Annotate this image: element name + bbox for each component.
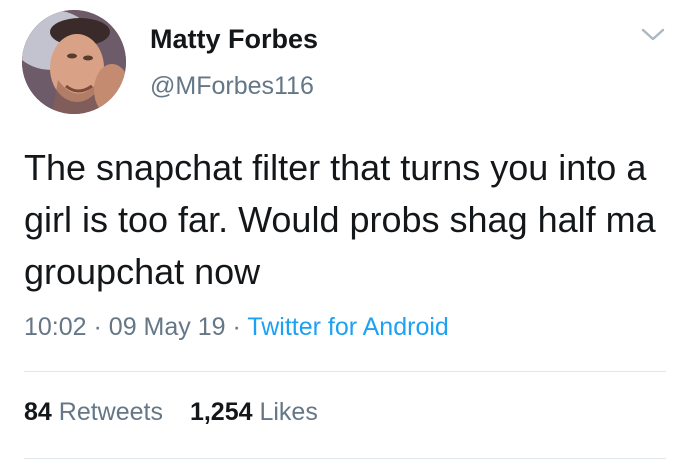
- divider: [24, 458, 666, 459]
- author-display-name[interactable]: Matty Forbes: [150, 24, 318, 55]
- author-handle[interactable]: @MForbes116: [150, 72, 314, 101]
- tweet-date[interactable]: 09 May 19: [109, 313, 226, 341]
- tweet-stats: 84 Retweets 1,254 Likes: [24, 398, 318, 427]
- chevron-down-icon[interactable]: [640, 25, 666, 45]
- tweet-card: Matty Forbes @MForbes116 The snapchat fi…: [0, 0, 690, 474]
- avatar-photo: [22, 10, 126, 114]
- retweets-count: 84: [24, 398, 52, 426]
- divider: [24, 371, 666, 372]
- meta-separator: ·: [232, 313, 241, 341]
- likes-stat[interactable]: 1,254 Likes: [190, 398, 318, 427]
- retweets-label: Retweets: [58, 398, 163, 426]
- likes-count: 1,254: [189, 398, 253, 426]
- tweet-metadata: 10:02 · 09 May 19 · Twitter for Android: [24, 313, 449, 342]
- retweets-stat[interactable]: 84 Retweets: [24, 398, 163, 427]
- meta-separator: ·: [93, 313, 102, 341]
- tweet-source-link[interactable]: Twitter for Android: [247, 313, 448, 341]
- tweet-text: The snapchat filter that turns you into …: [24, 147, 656, 292]
- tweet-time[interactable]: 10:02: [24, 313, 87, 341]
- likes-label: Likes: [259, 398, 318, 426]
- avatar[interactable]: [22, 10, 126, 114]
